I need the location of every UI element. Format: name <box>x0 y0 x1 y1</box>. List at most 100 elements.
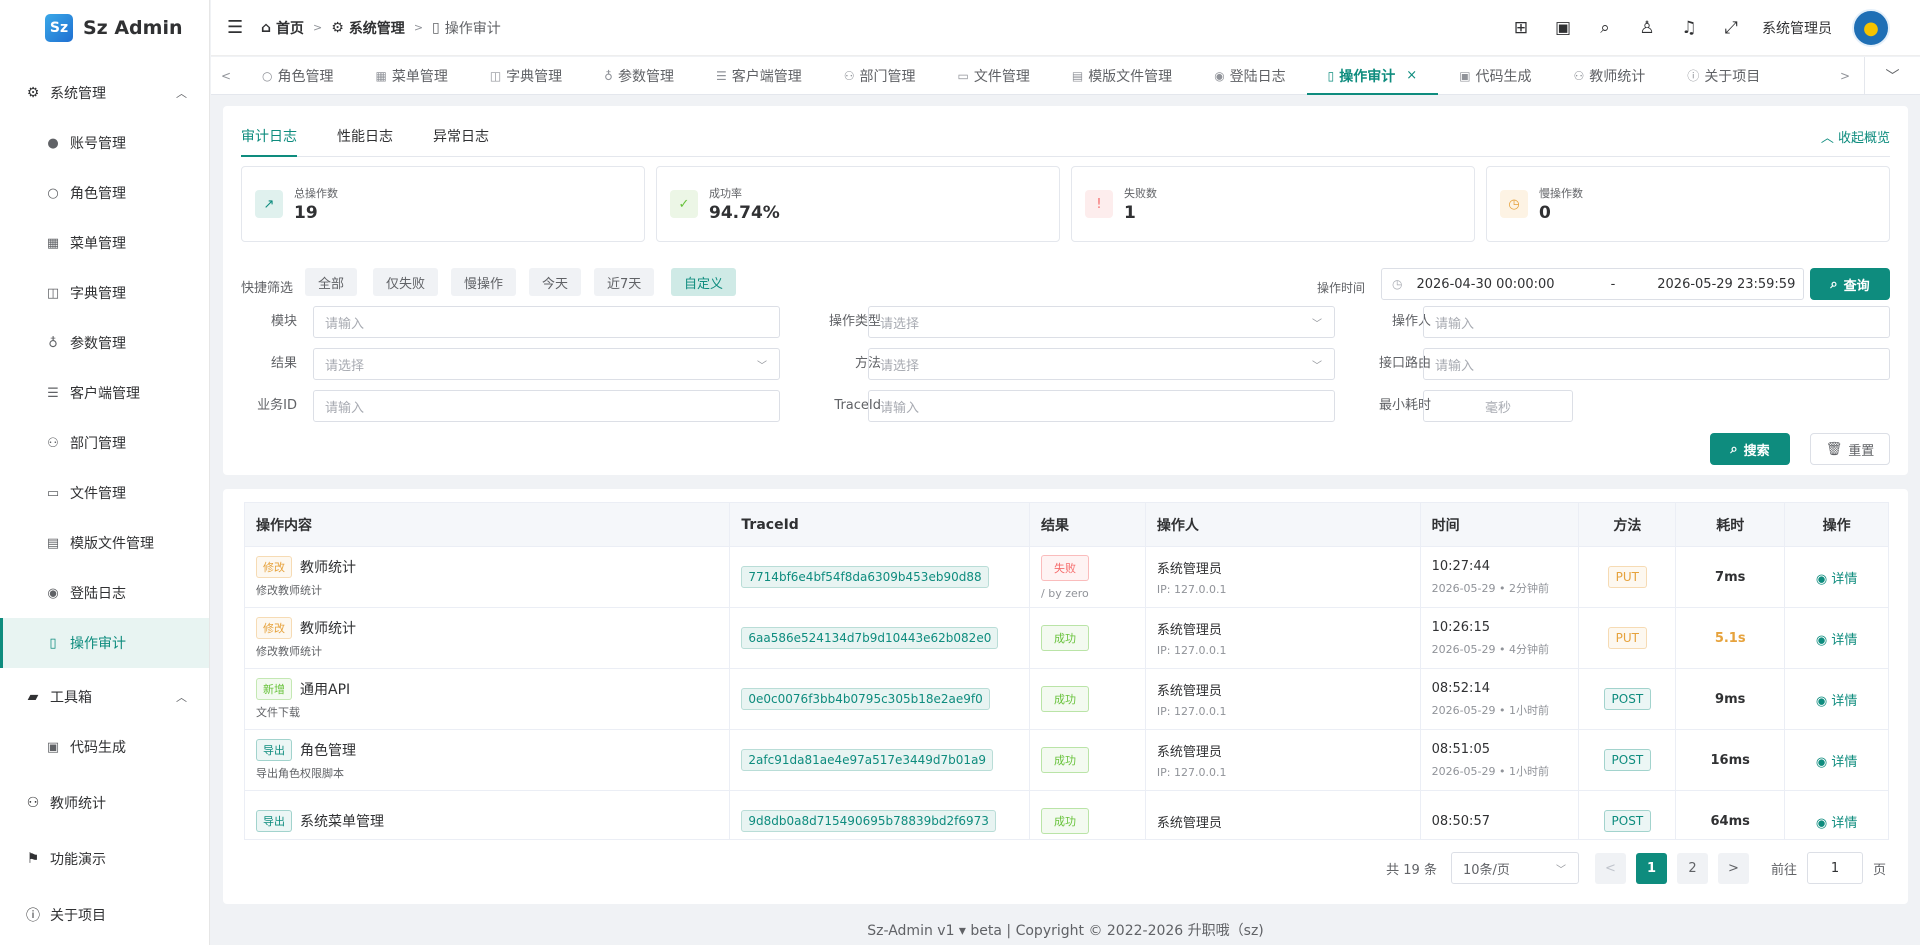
bell-icon[interactable]: ♫ <box>1678 17 1700 39</box>
detail-link[interactable]: ◉ 详情 <box>1816 812 1858 831</box>
goto-page-input[interactable]: 1 <box>1806 852 1863 884</box>
table-row: 新增 通用API 文件下载 0e0c0076f3bb4b0795c305b18e2ae… <box>245 669 1888 730</box>
route-input[interactable]: 请输入 <box>1423 348 1890 380</box>
eye-icon: ◉ <box>1815 632 1832 648</box>
tab-audit[interactable]: ▯ 操作审计 × <box>1306 57 1439 95</box>
chevron-left-icon[interactable]: < <box>211 69 241 83</box>
header-actions: ⊞ ▣ ⌕ ♙ ♫ ⤢ 系统管理员 ● <box>1510 0 1890 56</box>
sidebar-item-template[interactable]: ▤ 模版文件管理 <box>0 518 209 568</box>
result-select[interactable]: 请选择 ﹀ <box>313 348 780 380</box>
method-tag: POST <box>1603 749 1652 771</box>
audit-table: 操作内容 TraceId 结果 操作人 时间 方法 耗时 操作 修改 教师统计 修改… <box>244 502 1889 840</box>
trace-id-tag[interactable]: 6aa586e524134d7b9d10443e62b082e0 <box>741 627 999 649</box>
quick-filter-failed[interactable]: 仅失败 <box>373 268 439 296</box>
sidebar-item-teacher-stats[interactable]: ⚇ 教师统计 <box>0 778 209 828</box>
sidebar-item-demo[interactable]: ⚑ 功能演示 <box>0 834 209 884</box>
tab-menu[interactable]: ▦ 菜单管理 <box>354 57 468 95</box>
chevron-right-icon[interactable]: > <box>1840 69 1850 83</box>
sidebar-item-login-log[interactable]: ◉ 登陆日志 <box>0 568 209 618</box>
module-input[interactable]: 请输入 <box>313 306 780 338</box>
collapse-menu-icon[interactable]: ☰ <box>227 17 247 38</box>
tab-param[interactable]: ♁ 参数管理 <box>583 57 695 95</box>
collapse-overview-link[interactable]: ︿ 收起概览 <box>1821 127 1890 146</box>
layout-icon[interactable]: ⊞ <box>1510 17 1532 39</box>
sidebar-item-file[interactable]: ▭ 文件管理 <box>0 468 209 518</box>
next-page-button[interactable]: > <box>1717 852 1749 884</box>
prev-page-button[interactable]: < <box>1594 852 1626 884</box>
trace-id-tag[interactable]: 7714bf6e4bf54f8da6309b453eb90d88 <box>741 566 989 588</box>
sidebar-item-audit[interactable]: ▯ 操作审计 <box>0 618 209 668</box>
quick-filter-custom[interactable]: 自定义 <box>671 268 737 296</box>
trace-id-tag[interactable]: 9d8db0a8d715490695b78839bd2f6973 <box>741 810 996 832</box>
tab-teacher-stats[interactable]: ⚇ 教师统计 <box>1553 57 1667 95</box>
time-range-start[interactable]: 2026-04-30 00:00:00 <box>1416 277 1554 292</box>
tab-dept[interactable]: ⚇ 部门管理 <box>823 57 937 95</box>
sidebar-item-account[interactable]: ● 账号管理 <box>0 118 209 168</box>
detail-link[interactable]: ◉ 详情 <box>1816 629 1858 648</box>
tab-label: 参数管理 <box>617 68 674 85</box>
tab-client[interactable]: ☰ 客户端管理 <box>695 57 823 95</box>
op-type-select[interactable]: 请选择 ﹀ <box>868 306 1335 338</box>
filter-panel: 审计日志 性能日志 异常日志 ︿ 收起概览 ↗ 总操作数 19 ✓ 成功率 94… <box>223 106 1908 475</box>
breadcrumb-home[interactable]: ⌂ 首页 <box>261 18 304 38</box>
time-range-picker[interactable]: ◷ 2026-04-30 00:00:00 - 2026-05-29 23:59… <box>1381 268 1804 300</box>
sidebar-item-client[interactable]: ☰ 客户端管理 <box>0 368 209 418</box>
trace-id-tag[interactable]: 2afc91da81ae4e97a517e3449d7b01a9 <box>741 749 994 771</box>
col-header-result: 结果 <box>1030 503 1146 546</box>
sidebar-item-about[interactable]: ⓘ 关于项目 <box>0 890 209 940</box>
op-type-tag: 导出 <box>256 739 292 761</box>
search-icon[interactable]: ⌕ <box>1594 17 1616 39</box>
sidebar-item-param[interactable]: ♁ 参数管理 <box>0 318 209 368</box>
username[interactable]: 系统管理员 <box>1762 18 1832 38</box>
breadcrumb-system[interactable]: ⚙ 系统管理 <box>331 18 405 38</box>
min-cost-input[interactable]: 毫秒 <box>1423 390 1573 422</box>
sidebar-item-dept[interactable]: ⚇ 部门管理 <box>0 418 209 468</box>
tab-dict[interactable]: ◫ 字典管理 <box>469 57 583 95</box>
tab-codegen[interactable]: ▣ 代码生成 <box>1438 57 1552 95</box>
fullscreen-icon[interactable]: ⤢ <box>1720 17 1742 39</box>
theme-shirt-icon[interactable]: ♙ <box>1636 17 1658 39</box>
page-button-1[interactable]: 1 <box>1635 852 1667 884</box>
sidebar-item-label: 角色管理 <box>70 186 126 202</box>
biz-id-input[interactable]: 请输入 <box>313 390 780 422</box>
breadcrumb-current: ▯ 操作审计 <box>432 18 501 38</box>
quick-filter-7days[interactable]: 近7天 <box>594 268 655 296</box>
tab-login-log[interactable]: ◉ 登陆日志 <box>1193 57 1306 95</box>
query-button[interactable]: ⌕ 查询 <box>1810 268 1890 300</box>
sidebar-item-codegen[interactable]: ▣ 代码生成 <box>0 722 209 772</box>
page-size-select[interactable]: 10条/页 ﹀ <box>1450 852 1579 884</box>
tab-about[interactable]: ⓘ 关于项目 <box>1666 57 1781 95</box>
sidebar-item-role[interactable]: ○ 角色管理 <box>0 168 209 218</box>
tab-file[interactable]: ▭ 文件管理 <box>937 57 1051 95</box>
sidebar-item-label: 参数管理 <box>70 336 126 352</box>
sidebar-group-toolbox[interactable]: ▰ 工具箱 ︿ <box>0 672 209 722</box>
detail-link[interactable]: ◉ 详情 <box>1816 751 1858 770</box>
sidebar-group-system[interactable]: ⚙ 系统管理 ︿ <box>0 68 209 118</box>
detail-link[interactable]: ◉ 详情 <box>1816 690 1858 709</box>
tab-role[interactable]: ○ 角色管理 <box>241 57 354 95</box>
trace-id-input[interactable]: 请输入 <box>868 390 1335 422</box>
method-select[interactable]: 请选择 ﹀ <box>868 348 1335 380</box>
reset-button[interactable]: 🗑 重置 <box>1810 433 1890 465</box>
avatar[interactable]: ● <box>1852 9 1890 47</box>
tab-audit-log[interactable]: 审计日志 <box>241 126 297 157</box>
sidebar-item-menu[interactable]: ▦ 菜单管理 <box>0 218 209 268</box>
org-icon: ⚇ <box>843 68 855 83</box>
search-button[interactable]: ⌕ 搜索 <box>1710 433 1790 465</box>
time-range-end[interactable]: 2026-05-29 23:59:59 <box>1657 277 1795 292</box>
quick-filter-slow[interactable]: 慢操作 <box>451 268 517 296</box>
quick-filter-all[interactable]: 全部 <box>305 268 358 296</box>
tab-exception-log[interactable]: 异常日志 <box>433 126 489 156</box>
logo[interactable]: Sz Sz Admin <box>0 0 209 55</box>
quick-filter-today[interactable]: 今天 <box>529 268 582 296</box>
tabs-menu-chevron-down-icon[interactable]: ﹀ <box>1864 56 1920 95</box>
page-button-2[interactable]: 2 <box>1676 852 1708 884</box>
translate-icon[interactable]: ▣ <box>1552 17 1574 39</box>
trace-id-tag[interactable]: 0e0c0076f3bb4b0795c305b18e2ae9f0 <box>741 688 990 710</box>
operator-input[interactable]: 请输入 <box>1423 306 1890 338</box>
tab-template[interactable]: ▤ 模版文件管理 <box>1051 57 1193 95</box>
tab-performance-log[interactable]: 性能日志 <box>337 126 393 156</box>
close-icon[interactable]: × <box>1406 68 1417 83</box>
sidebar-item-dict[interactable]: ◫ 字典管理 <box>0 268 209 318</box>
detail-link[interactable]: ◉ 详情 <box>1816 568 1858 587</box>
